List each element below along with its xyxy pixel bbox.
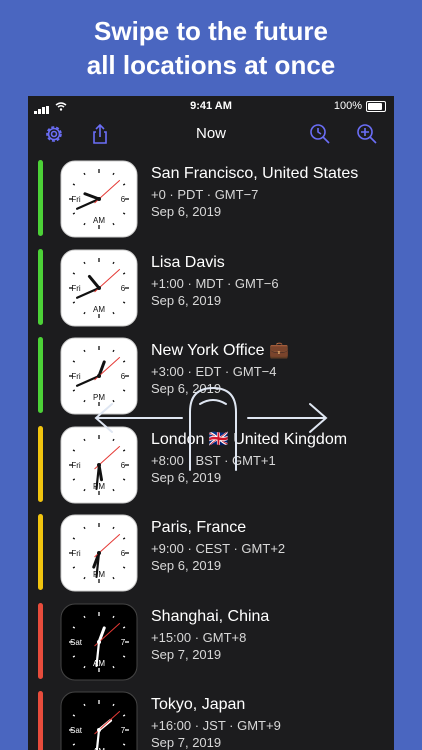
location-info: Shanghai, China +15:00 · GMT+8 Sep 7, 2019	[151, 607, 269, 663]
location-info: San Francisco, United States +0 · PDT · G…	[151, 164, 358, 220]
clock-day-label: Fri	[71, 195, 81, 204]
location-info: New York Office 💼 +3:00 · EDT · GMT−4 Sep …	[151, 341, 289, 397]
analog-clock: Fri 6 AM	[60, 160, 138, 238]
location-date: Sep 6, 2019	[151, 558, 222, 573]
nav-bar: Now	[28, 116, 394, 152]
status-bar: 9:41 AM 100%	[28, 96, 394, 116]
location-info: London 🇬🇧 United Kingdom +8:00 · BST · GM…	[151, 430, 347, 486]
status-color-bar	[38, 248, 43, 325]
location-date: Sep 7, 2019	[151, 646, 222, 662]
analog-clock: Fri 6 PM	[60, 514, 138, 592]
clock-day-label: Fri	[71, 284, 81, 293]
battery-percent: 100%	[333, 100, 362, 112]
location-date: Sep 7, 2019	[151, 735, 222, 750]
location-row[interactable]: Fri 6 AM Lisa Davis +1:00 · MDT · GMT−6 Sep 6…	[28, 243, 394, 331]
clock-date-label: 6	[121, 549, 126, 558]
location-info: Tokyo, Japan +16:00 · JST · GMT+9 Sep 7, 2…	[151, 695, 281, 750]
status-color-bar	[38, 691, 43, 750]
clock-day-label: Fri	[71, 549, 81, 558]
clock-date-label: 6	[121, 461, 126, 470]
clock-ampm-label: PM	[93, 482, 105, 491]
location-row[interactable]: Fri 6 PM Paris, France +9:00 · CEST · GMT+2 S…	[28, 508, 394, 596]
location-meta: +1:00 · MDT · GMT−6	[151, 275, 279, 291]
location-row[interactable]: Fri 6 PM New York Office 💼 +3:00 · EDT · GMT…	[28, 331, 394, 419]
clock-ampm-label: AM	[93, 305, 105, 314]
clock-ampm-label: AM	[93, 659, 105, 668]
analog-clock: Fri 6 AM	[60, 249, 138, 326]
zoom-in-icon[interactable]	[355, 122, 379, 146]
clock-date-label: 6	[121, 284, 126, 293]
status-color-bar	[38, 160, 43, 236]
clock-day-label: Fri	[71, 372, 81, 381]
location-date: Sep 6, 2019	[151, 292, 222, 308]
clock-day-label: Sat	[70, 726, 83, 735]
status-color-bar	[38, 425, 43, 502]
location-row[interactable]: Fri 6 PM London 🇬🇧 United Kingdom +8:00 · BS…	[28, 420, 394, 508]
location-city: London 🇬🇧 United Kingdom	[151, 430, 348, 448]
location-row[interactable]: Sat7AMTokyo, Japan+16:00 · JST · GMT+9Se…	[28, 685, 394, 750]
status-color-bar	[38, 602, 43, 679]
status-color-bar	[38, 514, 43, 590]
clock-ampm-label: AM	[93, 216, 105, 225]
location-info: Lisa Davis +1:00 · MDT · GMT−6 Sep 6, 2019	[151, 253, 279, 309]
location-city: Lisa Davis	[151, 253, 225, 271]
location-row[interactable]: Fri 6 AM San Francisco, United States +0 · P…	[28, 154, 394, 242]
headline: Swipe to the future all locations at onc…	[0, 14, 422, 82]
location-meta: +15:00 · GMT+8	[151, 629, 247, 645]
clock-date-label: 7	[121, 638, 126, 647]
analog-clock: Fri 6 PM	[60, 426, 138, 503]
location-date: Sep 6, 2019	[151, 469, 222, 485]
clock-date-label: 6	[121, 372, 126, 381]
nav-title: Now	[195, 125, 226, 142]
clock-date-label: 6	[121, 195, 126, 204]
analog-clock: Sat 7 AM	[60, 603, 138, 680]
location-city: New York Office 💼	[151, 342, 289, 359]
headline-line-2: all locations at once	[86, 50, 336, 80]
clock-date-label: 7	[121, 726, 126, 735]
location-meta: +0 · PDT · GMT−7	[151, 187, 259, 202]
location-date: Sep 6, 2019	[151, 204, 222, 219]
analog-clock: Fri 6 PM	[60, 337, 138, 415]
clock-day-label: Sat	[70, 638, 83, 647]
location-city: Shanghai, China	[151, 607, 270, 625]
location-city: Tokyo, Japan	[151, 696, 246, 713]
status-color-bar	[38, 337, 43, 413]
location-meta: +3:00 · EDT · GMT−4	[151, 364, 277, 379]
location-meta: +16:00 · JST · GMT+9	[151, 718, 281, 733]
location-meta: +9:00 · CEST · GMT+2	[151, 541, 286, 556]
location-date: Sep 6, 2019	[151, 381, 222, 396]
analog-clock: Sat7AM	[60, 691, 138, 750]
location-row[interactable]: Sat 7 AM Shanghai, China +15:00 · GMT+8 Sep 7…	[28, 597, 394, 685]
location-info: Paris, France +9:00 · CEST · GMT+2 Sep 6, …	[151, 518, 285, 574]
location-city: Paris, France	[151, 519, 247, 536]
location-city: San Francisco, United States	[151, 165, 359, 182]
clock-day-label: Fri	[71, 461, 81, 470]
location-meta: +8:00 · BST · GMT+1	[151, 452, 276, 468]
clock-ampm-label: PM	[93, 393, 105, 402]
battery-icon	[366, 101, 386, 112]
headline-line-1: Swipe to the future	[94, 16, 328, 46]
clock-search-icon[interactable]	[308, 122, 332, 146]
phone-screen: 9:41 AM 100% Now Fri 6 AM San Francisco, Un…	[28, 96, 394, 750]
clock-ampm-label: PM	[93, 570, 105, 579]
